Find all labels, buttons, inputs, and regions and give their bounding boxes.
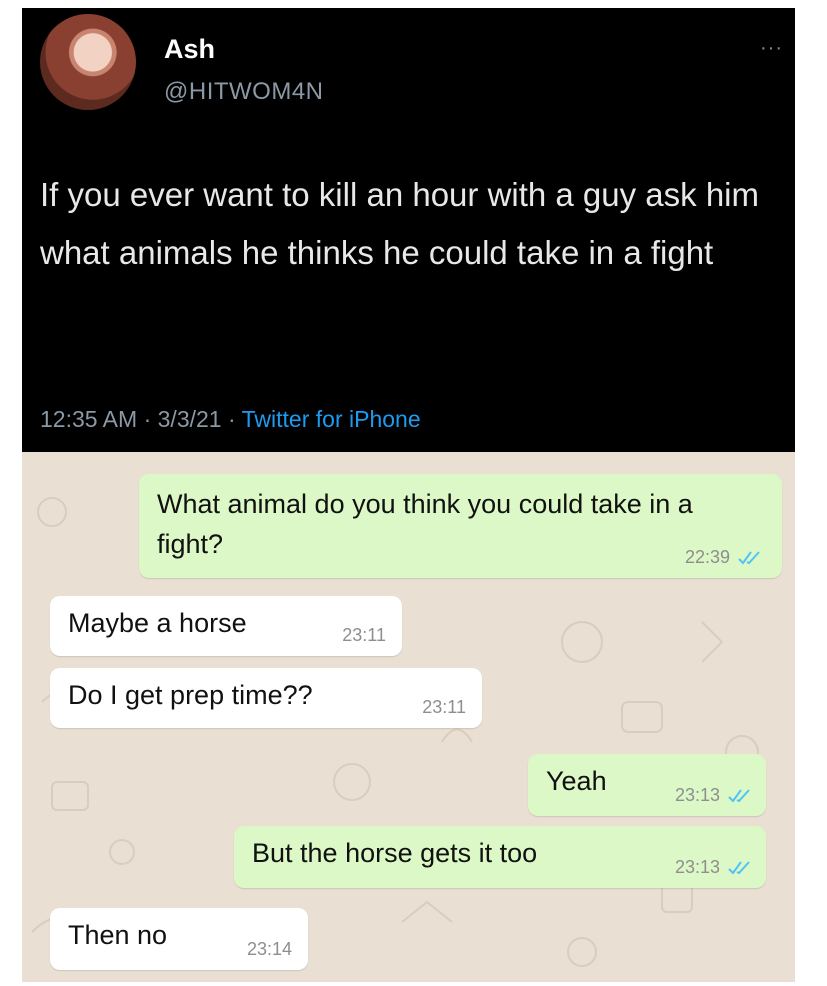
message-bubble-incoming[interactable]: Do I get prep time?? 23:11: [50, 668, 482, 728]
tweet-author-handle[interactable]: @HITWOM4N: [164, 78, 324, 106]
read-receipt-icon: [728, 861, 750, 875]
message-bubble-outgoing[interactable]: What animal do you think you could take …: [139, 474, 782, 578]
tweet-card: Ash @HITWOM4N ··· If you ever want to ki…: [22, 8, 795, 452]
message-time: 23:14: [246, 939, 292, 959]
read-receipt-icon: [728, 789, 750, 803]
avatar[interactable]: [40, 14, 136, 110]
message-time: 23:13: [674, 785, 720, 805]
tweet-source-link[interactable]: Twitter for iPhone: [242, 406, 421, 432]
chat-conversation: What animal do you think you could take …: [22, 452, 795, 982]
message-bubble-outgoing[interactable]: But the horse gets it too 23:13: [234, 826, 766, 888]
message-text: Maybe a horse: [68, 608, 247, 638]
more-options-icon[interactable]: ···: [760, 38, 783, 58]
message-bubble-outgoing[interactable]: Yeah 23:13: [528, 754, 766, 816]
message-text: Do I get prep time??: [68, 680, 313, 710]
tweet-author-name[interactable]: Ash: [164, 34, 215, 65]
message-time: 23:11: [342, 625, 386, 645]
message-time: 23:11: [422, 697, 466, 717]
tweet-date: 3/3/21: [157, 406, 222, 432]
message-text: Yeah: [546, 766, 607, 796]
message-text: But the horse gets it too: [252, 838, 538, 868]
tweet-time: 12:35 AM: [40, 406, 138, 432]
message-text: Then no: [68, 920, 168, 950]
meta-separator: ·: [143, 406, 152, 432]
message-time: 22:39: [684, 547, 730, 567]
tweet-meta: 12:35 AM · 3/3/21 · Twitter for iPhone: [40, 406, 421, 433]
message-text: What animal do you think you could take …: [157, 489, 693, 559]
tweet-text: If you ever want to kill an hour with a …: [40, 176, 760, 271]
message-bubble-incoming[interactable]: Then no 23:14: [50, 908, 308, 970]
message-time: 23:13: [674, 857, 720, 877]
message-bubble-incoming[interactable]: Maybe a horse 23:11: [50, 596, 402, 656]
meta-separator: ·: [227, 406, 236, 432]
read-receipt-icon: [738, 551, 760, 565]
